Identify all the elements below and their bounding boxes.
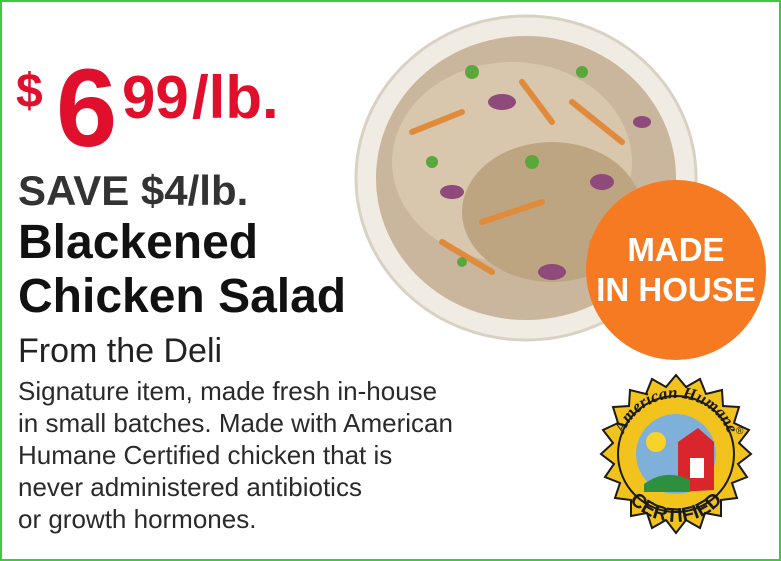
product-subtitle: From the Deli <box>18 332 223 370</box>
description-line: Signature item, made fresh in-house <box>18 376 438 406</box>
seal-registered-mark: ® <box>736 426 744 437</box>
product-name-line-2: Chicken Salad <box>18 270 347 323</box>
ad-card: $ 6 99 /lb. SAVE $4/lb. Blackened Chicke… <box>0 0 781 561</box>
product-name: Blackened Chicken Salad <box>18 216 346 324</box>
description-line: never administered antibiotics <box>18 472 362 502</box>
price-cents: 99 <box>122 64 189 131</box>
product-description: Signature item, made fresh in-house in s… <box>18 375 453 535</box>
description-line: or growth hormones. <box>18 504 257 534</box>
product-name-line-1: Blackened <box>18 216 259 269</box>
badge-line-2: IN HOUSE <box>596 271 756 308</box>
description-line: in small batches. Made with American <box>18 408 453 438</box>
badge-line-1: MADE <box>627 231 725 268</box>
made-in-house-badge: MADE IN HOUSE <box>586 180 766 360</box>
american-humane-certified-seal: American Humane CERTIFIED ® <box>599 373 753 535</box>
savings-text: SAVE $4/lb. <box>18 167 249 214</box>
description-line: Humane Certified chicken that is <box>18 440 393 470</box>
price-dollars: 6 <box>56 47 117 170</box>
price-unit: /lb. <box>192 64 279 131</box>
price-currency: $ <box>16 65 43 118</box>
